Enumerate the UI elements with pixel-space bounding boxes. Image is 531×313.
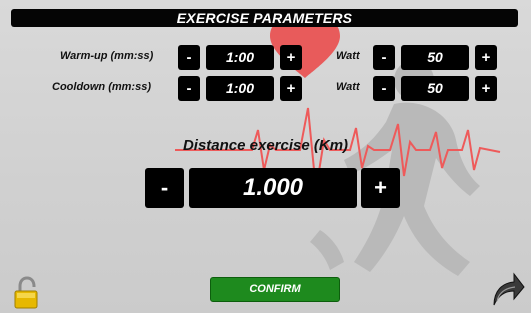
warmup-value: 1:00 bbox=[206, 45, 274, 70]
distance-decrease-button[interactable]: - bbox=[145, 168, 184, 208]
warmup-increase-button[interactable]: + bbox=[280, 45, 302, 70]
back-arrow-icon[interactable] bbox=[488, 271, 526, 307]
cooldown-increase-button[interactable]: + bbox=[280, 76, 302, 101]
cooldown-label: Cooldown (mm:ss) bbox=[52, 81, 151, 93]
cooldown-watt-label: Watt bbox=[336, 81, 360, 93]
page-title: EXERCISE PARAMETERS bbox=[11, 9, 518, 27]
warmup-label: Warm-up (mm:ss) bbox=[60, 50, 154, 62]
exercise-parameters-screen: EXERCISE PARAMETERS Warm-up (mm:ss) - 1:… bbox=[0, 0, 531, 313]
distance-value: 1.000 bbox=[189, 168, 357, 208]
warmup-watt-increase-button[interactable]: + bbox=[475, 45, 497, 70]
warmup-decrease-button[interactable]: - bbox=[178, 45, 200, 70]
padlock-icon[interactable] bbox=[12, 276, 42, 310]
cooldown-decrease-button[interactable]: - bbox=[178, 76, 200, 101]
warmup-watt-value: 50 bbox=[401, 45, 469, 70]
cooldown-watt-increase-button[interactable]: + bbox=[475, 76, 497, 101]
warmup-watt-label: Watt bbox=[336, 50, 360, 62]
cooldown-value: 1:00 bbox=[206, 76, 274, 101]
cooldown-watt-value: 50 bbox=[401, 76, 469, 101]
warmup-watt-decrease-button[interactable]: - bbox=[373, 45, 395, 70]
confirm-button[interactable]: CONFIRM bbox=[210, 277, 340, 302]
cooldown-watt-decrease-button[interactable]: - bbox=[373, 76, 395, 101]
distance-label: Distance exercise (Km) bbox=[182, 137, 349, 154]
distance-increase-button[interactable]: + bbox=[361, 168, 400, 208]
